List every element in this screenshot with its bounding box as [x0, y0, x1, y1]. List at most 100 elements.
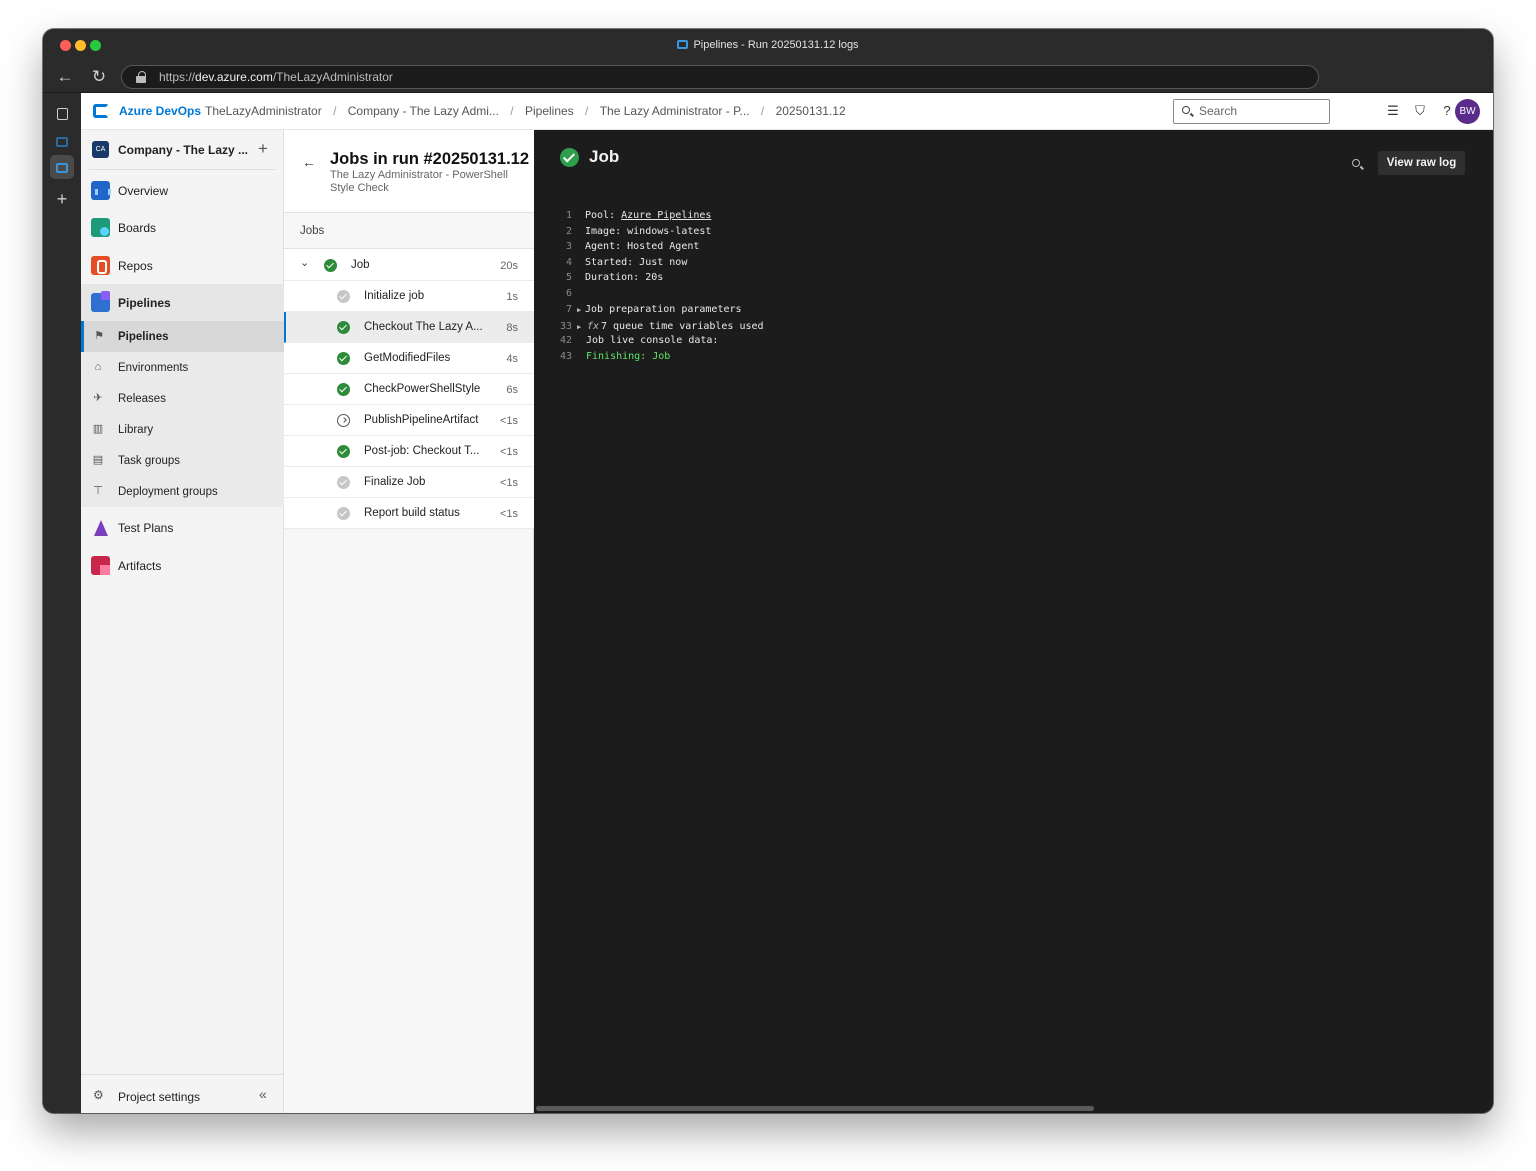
- help-icon[interactable]: ?: [1439, 103, 1455, 119]
- repos-icon: [91, 256, 110, 275]
- jobs-title: Jobs in run #20250131.12: [330, 150, 530, 168]
- chevron-down-icon[interactable]: ⌄: [300, 256, 309, 269]
- pipelines-icon: [91, 291, 110, 312]
- library-icon: ▥: [92, 423, 104, 435]
- job-step-row[interactable]: Post-job: Checkout T... <1s: [284, 436, 534, 467]
- job-step-row[interactable]: GetModifiedFiles 4s: [284, 343, 534, 374]
- breadcrumb-pipelines[interactable]: Pipelines: [525, 104, 574, 118]
- reload-icon[interactable]: ↻: [88, 66, 110, 88]
- test-plans-flask-icon: [91, 518, 110, 537]
- skipped-check-icon: [337, 476, 350, 489]
- sub-item-environments[interactable]: ⌂ Environments: [81, 352, 284, 383]
- nav-item-overview[interactable]: Overview: [81, 172, 284, 209]
- deployment-groups-icon: ⊤: [93, 485, 103, 497]
- breadcrumb-separator: /: [333, 104, 337, 118]
- view-raw-log-button[interactable]: View raw log: [1378, 151, 1465, 175]
- back-arrow-icon[interactable]: ←: [54, 66, 76, 88]
- window-title: Pipelines - Run 20250131.12 logs: [43, 39, 1493, 51]
- ado-header: Azure DevOps TheLazyAdministrator / Comp…: [81, 93, 1493, 130]
- expand-triangle-icon[interactable]: ▶: [577, 323, 581, 331]
- expand-triangle-icon[interactable]: ▶: [577, 306, 581, 314]
- breadcrumb-project[interactable]: Company - The Lazy Admi...: [348, 104, 499, 118]
- job-row-parent[interactable]: ⌄ Job 20s: [284, 249, 534, 281]
- jobs-subtitle: The Lazy Administrator - PowerShell Styl…: [330, 169, 508, 194]
- project-header[interactable]: CA Company - The Lazy ... +: [81, 130, 284, 170]
- marketplace-bag-icon[interactable]: ⛉: [1412, 103, 1428, 119]
- back-arrow-icon[interactable]: ←: [302, 154, 316, 170]
- azure-devops-favicon-icon: [677, 40, 689, 49]
- collapse-sidebar-icon[interactable]: «: [259, 1086, 267, 1102]
- success-check-icon: [560, 148, 579, 167]
- project-badge: CA: [92, 141, 109, 158]
- breadcrumb-run[interactable]: 20250131.12: [776, 104, 846, 118]
- tab-azure-devops-active[interactable]: [50, 155, 74, 179]
- success-check-icon: [337, 321, 350, 334]
- lock-icon: [136, 71, 146, 83]
- tabs-overview-icon[interactable]: [50, 101, 74, 125]
- breadcrumb-separator: /: [510, 104, 514, 118]
- job-step-row[interactable]: Report build status <1s: [284, 498, 534, 529]
- success-check-icon: [337, 445, 350, 458]
- search-input[interactable]: Search: [1173, 99, 1330, 124]
- project-navigation: CA Company - The Lazy ... + Overview Boa…: [81, 130, 284, 1113]
- nav-item-test-plans[interactable]: Test Plans: [81, 509, 284, 546]
- azure-devops-logo-icon[interactable]: [93, 104, 109, 118]
- artifacts-icon: [91, 556, 110, 575]
- sub-item-task-groups[interactable]: ▤ Task groups: [81, 445, 284, 476]
- pipelines-rocket-icon: ⚑: [94, 330, 104, 342]
- job-step-row[interactable]: Initialize job 1s: [284, 281, 534, 312]
- jobs-section-header: Jobs: [284, 213, 534, 249]
- sub-item-library[interactable]: ▥ Library: [81, 414, 284, 445]
- not-run-chevron-icon: [337, 414, 350, 427]
- skipped-check-icon: [337, 507, 350, 520]
- jobs-header: ← Jobs in run #20250131.12 The Lazy Admi…: [284, 130, 534, 213]
- nav-item-boards[interactable]: Boards: [81, 209, 284, 246]
- address-row: ← ↻ https://dev.azure.com/TheLazyAdminis…: [43, 62, 1493, 93]
- sub-item-deployment-groups[interactable]: ⊤ Deployment groups: [81, 476, 284, 507]
- task-groups-icon: ▤: [92, 454, 104, 466]
- browser-window: Pipelines - Run 20250131.12 logs ← ↻ htt…: [43, 29, 1493, 1113]
- nav-item-artifacts[interactable]: Artifacts: [81, 547, 284, 584]
- success-check-icon: [337, 352, 350, 365]
- browser-sidebar: +: [43, 93, 81, 1113]
- tab-azure-devops-inactive[interactable]: [50, 129, 74, 153]
- sub-item-pipelines[interactable]: ⚑ Pipelines: [81, 321, 284, 352]
- nav-item-repos[interactable]: Repos: [81, 247, 284, 284]
- azure-devops-icon: [56, 163, 68, 173]
- environments-icon: ⌂: [94, 361, 102, 373]
- log-panel: Job View raw log 1 Pool: Azure Pipelines…: [534, 130, 1493, 1113]
- horizontal-scrollbar[interactable]: [536, 1106, 1094, 1111]
- project-name: Company - The Lazy ...: [118, 143, 249, 157]
- azure-devops-icon: [56, 137, 68, 147]
- success-check-icon: [337, 383, 350, 396]
- job-step-row[interactable]: CheckPowerShellStyle 6s: [284, 374, 534, 405]
- work-items-list-icon[interactable]: ☰: [1385, 103, 1401, 119]
- brand-label[interactable]: Azure DevOps: [119, 104, 201, 118]
- divider: [89, 169, 276, 170]
- skipped-check-icon: [337, 290, 350, 303]
- avatar[interactable]: BW: [1455, 99, 1480, 124]
- new-tab-plus-icon[interactable]: +: [50, 187, 74, 211]
- breadcrumb-separator: /: [760, 104, 765, 118]
- url-bar[interactable]: https://dev.azure.com/TheLazyAdministrat…: [121, 65, 1319, 89]
- job-step-row-selected[interactable]: Checkout The Lazy A... 8s: [284, 312, 534, 343]
- project-settings[interactable]: ⚙ Project settings «: [81, 1074, 284, 1113]
- breadcrumb-pipeline[interactable]: The Lazy Administrator - P...: [600, 104, 750, 118]
- job-step-row[interactable]: PublishPipelineArtifact <1s: [284, 405, 534, 436]
- sub-item-releases[interactable]: ✈ Releases: [81, 383, 284, 414]
- success-check-icon: [324, 259, 337, 272]
- new-item-plus-icon[interactable]: +: [258, 139, 268, 159]
- breadcrumb-separator: /: [585, 104, 589, 118]
- breadcrumb: TheLazyAdministrator / Company - The Laz…: [205, 104, 846, 118]
- breadcrumb-organization[interactable]: TheLazyAdministrator: [205, 104, 322, 118]
- search-icon[interactable]: [1352, 159, 1360, 167]
- log-title: Job: [589, 147, 620, 166]
- nav-item-pipelines[interactable]: Pipelines: [81, 284, 284, 321]
- function-icon: fx: [587, 321, 600, 332]
- boards-icon: [91, 218, 110, 237]
- job-step-row[interactable]: Finalize Job <1s: [284, 467, 534, 498]
- azure-pipelines-link[interactable]: Azure Pipelines: [621, 210, 711, 221]
- gear-icon: ⚙: [93, 1088, 104, 1102]
- jobs-panel: ← Jobs in run #20250131.12 The Lazy Admi…: [284, 130, 534, 1113]
- overview-icon: [91, 181, 111, 200]
